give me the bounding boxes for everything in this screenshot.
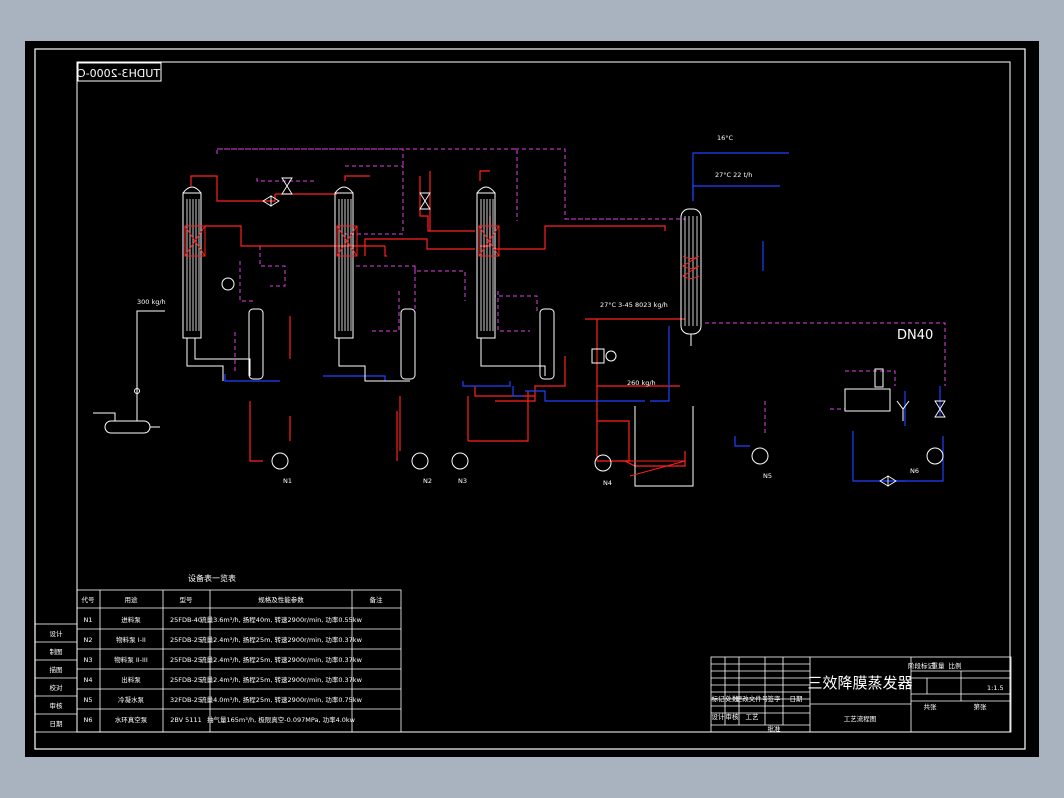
table-cell: 流量4.0m³/h, 扬程25m, 转速2900r/min, 功率0.75kw <box>200 695 362 704</box>
table-header-cell: 备注 <box>370 595 384 604</box>
left-strip-cell: 日期 <box>50 720 64 728</box>
table-cell: N5 <box>84 696 93 704</box>
product-lines <box>190 170 686 467</box>
evaporator-2 <box>334 186 410 382</box>
title-block-cell: 标记 <box>712 694 726 703</box>
table-header-cell: 用途 <box>125 595 139 604</box>
left-strip-cell: 制图 <box>50 647 63 656</box>
cooling-lines <box>224 152 944 482</box>
table-cell: N4 <box>84 676 93 684</box>
title-block-cell: 审核 <box>726 712 740 721</box>
inner-frame <box>76 61 1011 733</box>
left-strip-cell: 审核 <box>50 701 64 710</box>
title-block-cell: 比例 <box>949 661 962 670</box>
table-cell: 物料泵 I-II <box>116 635 146 644</box>
title-block-cell: 重量 <box>932 662 946 670</box>
valves <box>262 177 946 487</box>
drawing-scale: 1:1.5 <box>987 684 1004 692</box>
table-header-cell: 规格及性能参数 <box>258 595 304 604</box>
pumps <box>271 447 944 472</box>
table-cell: 32FDB-25 <box>170 696 202 704</box>
equipment-table-text: 代号 用途 型号 规格及性能参数 备注 N1 进料泵 25FDB-40流量3.6m³/h, 扬… <box>82 595 384 724</box>
cond-flow-label: 260 kg/h <box>627 379 656 387</box>
water-in-label: 16°C <box>717 134 734 142</box>
title-block-cell: 共张 <box>924 702 938 711</box>
pump-labels: N1 N2 N3 N4 N5 N6 <box>283 467 919 487</box>
table-cell: 出料泵 <box>121 675 141 684</box>
title-block-cell: 签字 <box>768 694 782 703</box>
evaporator-3 <box>476 186 546 376</box>
pump-label-n6: N6 <box>910 467 919 475</box>
left-strip-cell: 校对 <box>50 683 64 692</box>
water-out-label: 27°C 22 t/h <box>715 171 752 179</box>
table-cell: 水环真空泵 <box>115 715 148 724</box>
pump-label-n4: N4 <box>603 479 612 487</box>
table-header-cell: 型号 <box>180 595 194 604</box>
vapor-lines <box>216 148 946 436</box>
title-block-cell: 更改文件号 <box>736 694 769 703</box>
table-cell: N6 <box>84 716 93 724</box>
table-cell: 流量2.4m³/h, 扬程25m, 转速2900r/min, 功率0.37kw <box>200 675 362 684</box>
table-cell: 25FDB-25 <box>170 656 202 664</box>
drawing-title: 三效降膜蒸发器 <box>807 674 912 692</box>
table-cell: 流量2.4m³/h, 扬程25m, 转速2900r/min, 功率0.37kw <box>200 635 362 644</box>
table-cell: 25FDB-25 <box>170 676 202 684</box>
title-block-cell: 工艺 <box>746 713 760 721</box>
table-cell: 抽气量165m³/h, 极限真空-0.097MPa, 功率4.0kw <box>207 715 356 724</box>
feed-flow-label: 300 kg/h <box>137 298 166 306</box>
preheater <box>93 310 165 434</box>
drawing-code: TUDH3-2000-C <box>78 67 161 80</box>
vacuum-tank <box>844 368 910 421</box>
table-cell: 25FDB-25 <box>170 636 202 644</box>
condensate-tank <box>623 406 694 487</box>
left-strip-grid <box>34 623 78 733</box>
pump-label-n3: N3 <box>458 477 467 485</box>
pump-label-n2: N2 <box>423 477 432 485</box>
table-cell: N3 <box>84 656 93 664</box>
table-cell: 流量2.4m³/h, 扬程25m, 转速2900r/min, 功率0.37kw <box>200 655 362 664</box>
dn-label: DN40 <box>897 328 933 343</box>
vacuum-gauge <box>591 348 617 364</box>
pump-label-n5: N5 <box>763 472 772 480</box>
title-block-cell: 设计 <box>712 712 726 721</box>
drawing-code-box: TUDH3-2000-C <box>77 62 162 82</box>
title-block-cell: 日期 <box>790 695 804 703</box>
cad-drawing-area: TUDH3-2000-C N1 N2 N3 N4 N5 N6 16°C 27°C… <box>25 41 1039 757</box>
outer-frame <box>34 48 1026 750</box>
equipment-table-caption: 设备表一览表 <box>188 573 236 583</box>
table-cell: 2BV 5111 <box>170 716 201 724</box>
table-cell: N1 <box>84 616 93 624</box>
title-block-cell: 批准 <box>768 724 782 733</box>
table-cell: 冷凝水泵 <box>118 695 145 704</box>
left-strip-cell: 描图 <box>50 665 63 674</box>
table-cell: N2 <box>84 636 93 644</box>
condenser <box>680 208 702 346</box>
table-cell: 进料泵 <box>121 615 141 624</box>
title-block-cell: 第张 <box>974 702 988 711</box>
table-cell: 物料泵 II-III <box>114 655 148 664</box>
left-strip-text: 设计制图描图校对审核日期 <box>50 629 64 728</box>
left-strip-cell: 设计 <box>50 629 64 638</box>
table-cell: 25FDB-40 <box>170 616 202 624</box>
pump-label-n1: N1 <box>283 477 292 485</box>
cad-drawing-canvas: TUDH3-2000-C N1 N2 N3 N4 N5 N6 16°C 27°C… <box>34 48 1026 750</box>
separators <box>221 277 555 380</box>
table-cell: 流量3.6m³/h, 扬程40m, 转速2900r/min, 功率0.55kw <box>200 615 362 624</box>
steam-feed-label: 27°C 3-45 8023 kg/h <box>600 301 668 309</box>
table-header-cell: 代号 <box>82 595 96 604</box>
drawing-subtitle: 工艺流程图 <box>844 714 877 723</box>
